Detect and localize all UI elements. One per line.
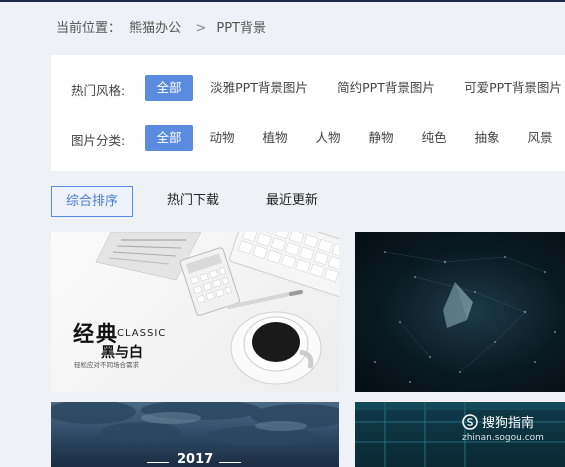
- year-right-line: [219, 462, 241, 463]
- style-option-elegant[interactable]: 淡雅PPT背景图片: [205, 75, 313, 101]
- style-filter-row: 热门风格: 全部 淡雅PPT背景图片 简约PPT背景图片 可爱PPT背景图片: [51, 75, 565, 101]
- style-option-cute[interactable]: 可爱PPT背景图片: [459, 75, 565, 101]
- thumbnail-classic-black-white[interactable]: 经典 CLASSIC 黑与白 轻松应对不同场合需求: [51, 232, 339, 392]
- category-filter-label: 图片分类:: [71, 133, 126, 148]
- watermark-brand: 搜狗指南: [482, 416, 535, 431]
- top-border: [0, 0, 565, 2]
- breadcrumb-prefix: 当前位置：: [56, 21, 122, 36]
- breadcrumb: 当前位置： 熊猫办公 > PPT背景: [56, 17, 270, 36]
- category-option-landscape[interactable]: 风景: [521, 125, 559, 151]
- style-option-all[interactable]: 全部: [145, 75, 193, 101]
- category-option-abstract[interactable]: 抽象: [468, 125, 506, 151]
- watermark-url: zhinan.sogou.com: [462, 433, 544, 443]
- breadcrumb-current: PPT背景: [216, 21, 266, 36]
- year-left-line: [147, 462, 169, 463]
- network-illustration: [374, 251, 556, 383]
- style-option-simple[interactable]: 简约PPT背景图片: [332, 75, 440, 101]
- thumbnail-dark-network[interactable]: [355, 232, 565, 392]
- breadcrumb-home-link[interactable]: 熊猫办公: [129, 21, 181, 36]
- category-option-solid-color[interactable]: 纯色: [415, 125, 453, 151]
- category-filter-row: 图片分类: 全部 动物 植物 人物 静物 纯色 抽象 风景: [51, 125, 565, 151]
- classic-title-en: CLASSIC: [117, 328, 167, 339]
- category-option-people[interactable]: 人物: [309, 125, 347, 151]
- sort-tab-popular-downloads[interactable]: 热门下载: [152, 186, 234, 217]
- category-option-animal[interactable]: 动物: [203, 125, 241, 151]
- breadcrumb-separator: >: [195, 21, 207, 36]
- sort-tab-comprehensive[interactable]: 综合排序: [51, 186, 133, 217]
- style-filter-label: 热门风格:: [71, 83, 126, 98]
- filter-panel: 热门风格: 全部 淡雅PPT背景图片 简约PPT背景图片 可爱PPT背景图片 图…: [51, 55, 565, 171]
- classic-tagline: 轻松应对不同场合需求: [74, 361, 139, 369]
- category-option-plant[interactable]: 植物: [256, 125, 294, 151]
- category-option-all[interactable]: 全部: [145, 125, 193, 151]
- sogou-logo-icon: [462, 413, 478, 430]
- sort-tab-recent-updates[interactable]: 最近更新: [251, 186, 333, 217]
- thumbnail-2017-sky[interactable]: 2017: [51, 402, 339, 467]
- category-option-still-life[interactable]: 静物: [362, 125, 400, 151]
- year-label: 2017: [177, 452, 214, 467]
- sogou-watermark: 搜狗指南 zhinan.sogou.com: [462, 412, 544, 443]
